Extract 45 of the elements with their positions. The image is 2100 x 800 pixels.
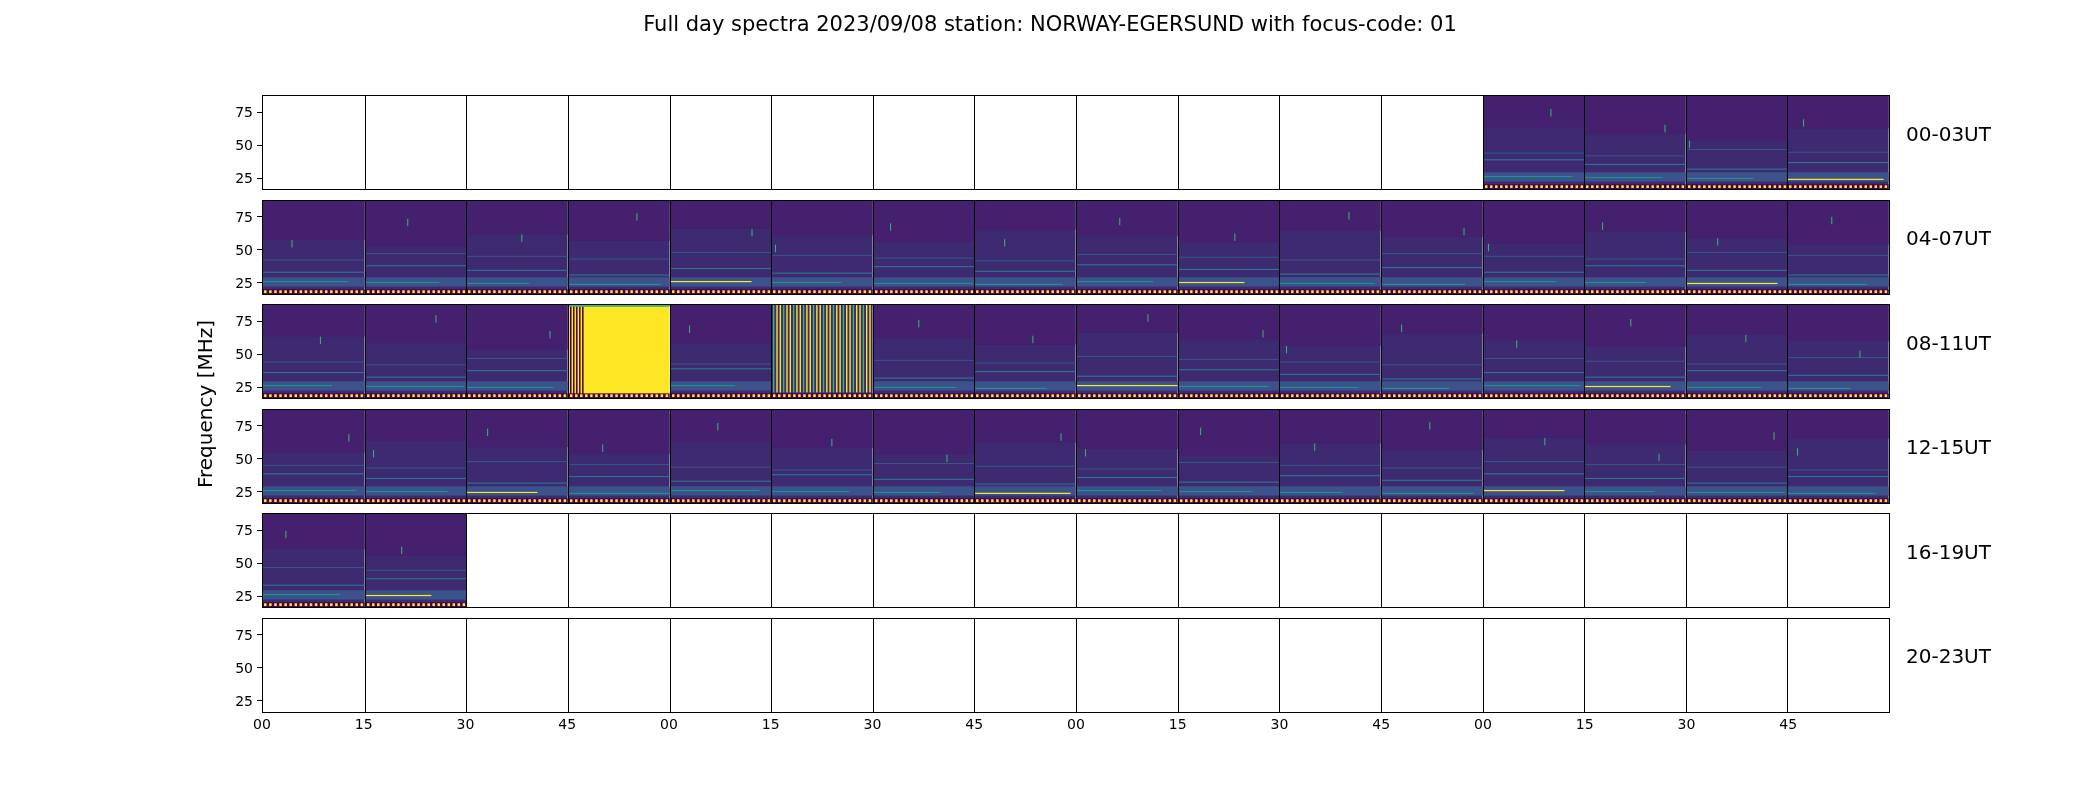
- tick-label: 75: [235, 208, 253, 225]
- tick-label: 15: [354, 715, 373, 732]
- tick-label: 50: [235, 137, 253, 154]
- tick-label: 25: [235, 483, 253, 500]
- tick-label: 75: [235, 522, 253, 539]
- tick-label: 45: [965, 715, 984, 732]
- tick-label: 15: [761, 715, 780, 732]
- figure-title: Full day spectra 2023/09/08 station: NORWAY-EGERSUND with focus-code: 01: [643, 12, 1457, 36]
- tick-label: 45: [558, 715, 577, 732]
- tick-label: 75: [235, 626, 253, 643]
- axis-label: Frequency [MHz]: [193, 319, 217, 488]
- tick-label: 30: [863, 715, 882, 732]
- tick-label: 30: [1270, 715, 1289, 732]
- tick-label: 50: [235, 450, 253, 467]
- tick-label: 75: [235, 417, 253, 434]
- tick-mark: [257, 700, 262, 701]
- tick-label: 50: [235, 346, 253, 363]
- tick-mark: [257, 667, 262, 669]
- tick-label: 30: [1677, 715, 1696, 732]
- tick-label: 45: [1372, 715, 1391, 732]
- tick-label: 25: [235, 692, 253, 709]
- row-label: 20-23UT: [1906, 644, 1991, 668]
- tick-label: 00: [1067, 715, 1085, 732]
- tick-label: 45: [1779, 715, 1798, 732]
- tick-label: 75: [235, 104, 253, 121]
- row-label: 00-03UT: [1906, 121, 1991, 146]
- row-label: 12-15UT: [1906, 435, 1991, 459]
- tick-label: 15: [1168, 715, 1187, 732]
- tick-label: 15: [1575, 715, 1594, 732]
- tick-mark: [257, 634, 262, 636]
- tick-label: 50: [235, 659, 253, 676]
- row-label: 08-11UT: [1906, 330, 1991, 355]
- row-label: 16-19UT: [1906, 539, 1991, 564]
- tick-label: 00: [660, 715, 678, 732]
- tick-label: 50: [235, 555, 253, 572]
- tick-label: 75: [235, 313, 253, 330]
- row-label: 04-07UT: [1906, 226, 1991, 250]
- tick-label: 00: [1474, 715, 1492, 732]
- tick-label: 25: [235, 379, 253, 395]
- tick-label: 00: [253, 715, 271, 732]
- tick-label: 25: [235, 170, 253, 186]
- tick-label: 50: [235, 241, 253, 258]
- tick-label: 25: [235, 274, 253, 291]
- tick-label: 25: [235, 588, 253, 604]
- tick-label: 30: [456, 715, 475, 732]
